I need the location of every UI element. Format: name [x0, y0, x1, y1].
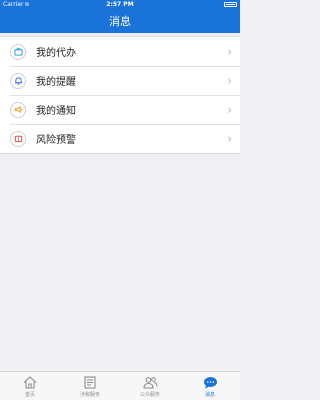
menu-item-todo[interactable]: 我的代办 ›	[0, 37, 240, 66]
chevron-right-icon: ›	[227, 73, 232, 88]
people-icon	[142, 375, 158, 390]
status-bar: Carrier≋ 2:57 PM	[0, 0, 240, 9]
menu-item-label: 我的通知	[36, 106, 76, 117]
battery-icon	[224, 2, 237, 7]
tab-home[interactable]: 首页	[0, 372, 60, 400]
tab-label: 首页	[24, 392, 35, 398]
message-menu: 我的代办 › 我的提醒 › 我的通知 › 风险预警 ›	[0, 36, 240, 154]
menu-item-label: 我的代办	[36, 48, 76, 59]
menu-item-label: 我的提醒	[36, 77, 76, 88]
megaphone-icon	[10, 101, 26, 118]
menu-item-reminder[interactable]: 我的提醒 ›	[0, 66, 240, 95]
menu-item-notice[interactable]: 我的通知 ›	[0, 95, 240, 124]
chat-icon	[203, 375, 218, 390]
menu-item-label: 风险预警	[36, 135, 76, 146]
menu-item-risk-warning[interactable]: 风险预警 ›	[0, 124, 240, 153]
document-icon	[83, 375, 97, 390]
status-time: 2:57 PM	[106, 1, 134, 8]
briefcase-icon	[10, 43, 26, 60]
home-icon	[23, 375, 37, 390]
tab-label: 消息	[204, 392, 215, 398]
tab-label: 公众服务	[139, 392, 160, 398]
header: 消息	[0, 9, 240, 33]
tab-label: 涉税服务	[79, 392, 100, 398]
tab-tax-services[interactable]: 涉税服务	[60, 372, 120, 400]
bell-icon	[10, 72, 26, 89]
chevron-right-icon: ›	[227, 102, 232, 117]
tab-public-services[interactable]: 公众服务	[120, 372, 180, 400]
chevron-right-icon: ›	[227, 44, 232, 59]
tab-bar: 首页 涉税服务 公众服务 消息	[0, 371, 240, 400]
warning-icon	[10, 130, 26, 147]
chevron-right-icon: ›	[227, 131, 232, 146]
tab-messages[interactable]: 消息	[180, 372, 240, 400]
page-title: 消息	[109, 15, 131, 28]
